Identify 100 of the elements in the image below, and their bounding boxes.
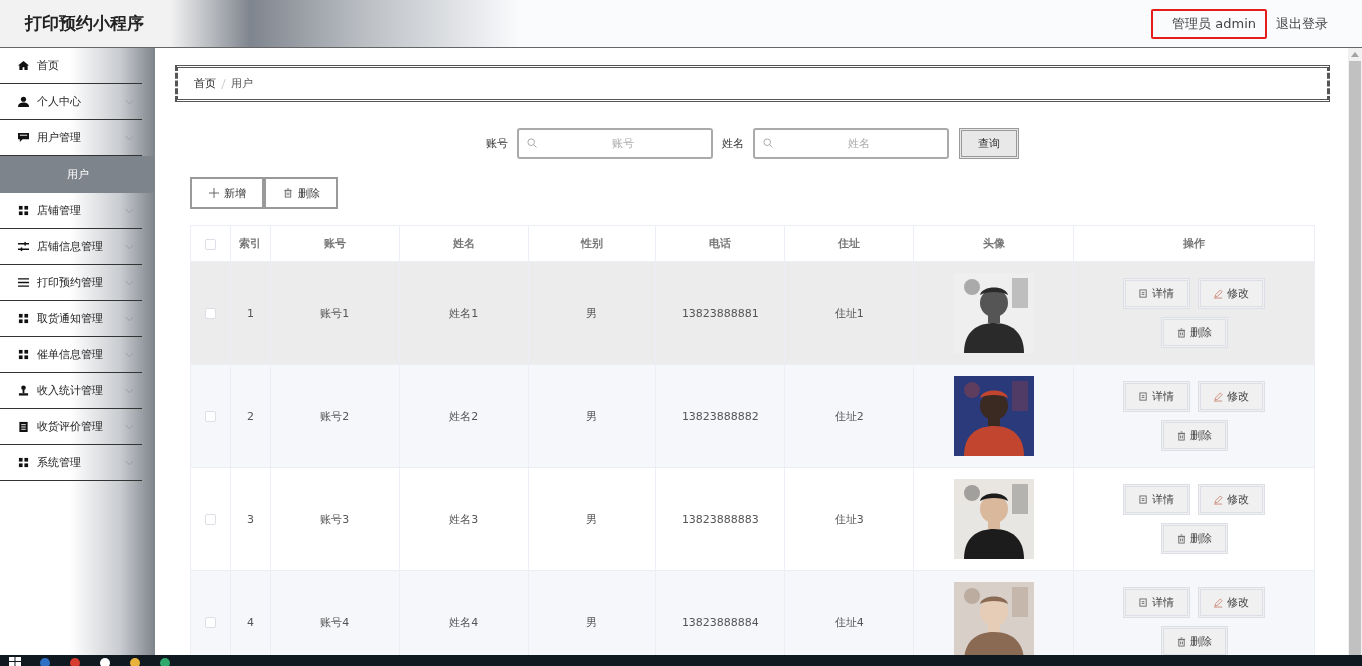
- document-icon: [1139, 391, 1148, 402]
- column-header: 操作: [1073, 225, 1315, 262]
- table-cell: 姓名4: [399, 570, 529, 655]
- submenu-item[interactable]: 用户: [0, 156, 155, 193]
- table-cell: 13823888883: [655, 467, 785, 571]
- sidebar-item[interactable]: 催单信息管理: [0, 337, 142, 373]
- sidebar-item[interactable]: 取货通知管理: [0, 301, 142, 337]
- home-icon: [18, 60, 29, 71]
- sidebar-item[interactable]: 店铺管理: [0, 193, 142, 229]
- search-field[interactable]: 账号: [517, 128, 713, 159]
- table-cell: 男: [528, 570, 656, 655]
- scroll-up-icon: [1351, 52, 1359, 57]
- table-cell: 1: [230, 261, 271, 365]
- details-button[interactable]: 详情: [1123, 587, 1190, 618]
- table-cell: 姓名3: [399, 467, 529, 571]
- clipboard-icon: [18, 421, 29, 432]
- row-checkbox[interactable]: [204, 514, 216, 525]
- field-label: 姓名: [722, 136, 744, 151]
- table-cell: 住址1: [784, 261, 914, 365]
- edit-button[interactable]: 修改: [1198, 587, 1265, 618]
- delete-button[interactable]: 删除: [1160, 420, 1228, 451]
- table-cell: 住址2: [784, 364, 914, 468]
- delete-button[interactable]: 删除: [1160, 626, 1228, 655]
- sidebar-item[interactable]: 收入统计管理: [0, 373, 142, 409]
- table-cell: 3: [230, 467, 271, 571]
- grid-icon: [18, 205, 29, 216]
- table-cell: 账号1: [270, 261, 400, 365]
- edit-button[interactable]: 修改: [1198, 381, 1265, 412]
- table-cell: 账号2: [270, 364, 400, 468]
- column-header: 电话: [655, 225, 785, 262]
- document-icon: [1139, 597, 1148, 608]
- trash-icon: [282, 188, 293, 198]
- trash-icon: [1176, 327, 1186, 338]
- table-cell: 住址3: [784, 467, 914, 571]
- table-cell: 13823888884: [655, 570, 785, 655]
- delete-button[interactable]: 删除: [264, 177, 338, 209]
- column-header: 索引: [230, 225, 271, 262]
- table-cell: 账号4: [270, 570, 400, 655]
- delete-button[interactable]: 删除: [1160, 317, 1228, 348]
- scrollbar[interactable]: [1348, 48, 1362, 655]
- table-cell: 男: [528, 467, 656, 571]
- table-cell: 4: [230, 570, 271, 655]
- sliders-icon: [18, 241, 29, 252]
- table-cell: 13823888881: [655, 261, 785, 365]
- breadcrumb-link[interactable]: 首页: [194, 76, 216, 91]
- grid-icon: [18, 349, 29, 360]
- windows-icon: [9, 657, 21, 666]
- grid-icon: [18, 313, 29, 324]
- row-checkbox[interactable]: [204, 617, 216, 628]
- search-button[interactable]: 查询: [959, 128, 1019, 159]
- taskbar-app-icon: [129, 657, 141, 666]
- table-cell: 姓名1: [399, 261, 529, 365]
- chat-icon: [18, 132, 29, 143]
- pencil-icon: [1214, 597, 1223, 608]
- add-button[interactable]: 新增: [190, 177, 264, 209]
- taskbar-app-icon: [159, 657, 171, 666]
- taskbar-app-icon: [69, 657, 81, 666]
- sidebar-item[interactable]: 打印预约管理: [0, 265, 142, 301]
- logout-link[interactable]: 退出登录: [1276, 14, 1328, 33]
- pencil-icon: [1214, 288, 1223, 299]
- sidebar-item[interactable]: 系统管理: [0, 445, 142, 481]
- table-cell: 住址4: [784, 570, 914, 655]
- pencil-icon: [1214, 391, 1223, 402]
- delete-button[interactable]: 删除: [1160, 523, 1228, 554]
- column-header: 住址: [784, 225, 914, 262]
- table-cell: 13823888882: [655, 364, 785, 468]
- list-icon: [18, 277, 29, 288]
- select-all-checkbox[interactable]: [204, 238, 216, 250]
- edit-button[interactable]: 修改: [1198, 484, 1265, 515]
- search-field[interactable]: 姓名: [753, 128, 949, 159]
- column-header: 头像: [913, 225, 1074, 262]
- edit-button[interactable]: 修改: [1198, 278, 1265, 309]
- row-checkbox[interactable]: [204, 411, 216, 422]
- table-cell: 姓名2: [399, 364, 529, 468]
- stamp-icon: [18, 385, 29, 396]
- taskbar-app-icon: [39, 657, 51, 666]
- plus-icon: [208, 188, 219, 198]
- column-header: 性别: [528, 225, 656, 262]
- sidebar-item[interactable]: 收货评价管理: [0, 409, 142, 445]
- sidebar-item[interactable]: 个人中心: [0, 84, 142, 120]
- grid-icon: [18, 457, 29, 468]
- row-checkbox[interactable]: [204, 308, 216, 319]
- app-title: 打印预约小程序: [25, 12, 145, 35]
- details-button[interactable]: 详情: [1123, 381, 1190, 412]
- person-icon: [18, 96, 29, 107]
- table-cell: 账号3: [270, 467, 400, 571]
- column-header: 账号: [270, 225, 400, 262]
- document-icon: [1139, 288, 1148, 299]
- details-button[interactable]: 详情: [1123, 484, 1190, 515]
- taskbar-app-icon: [99, 657, 111, 666]
- table-cell: 男: [528, 261, 656, 365]
- table-cell: 2: [230, 364, 271, 468]
- pencil-icon: [1214, 494, 1223, 505]
- trash-icon: [1176, 430, 1186, 441]
- search-icon: [763, 138, 773, 148]
- search-icon: [527, 138, 537, 148]
- column-header: 姓名: [399, 225, 529, 262]
- details-button[interactable]: 详情: [1123, 278, 1190, 309]
- sidebar-item[interactable]: 店铺信息管理: [0, 229, 142, 265]
- sidebar-item[interactable]: 首页: [0, 48, 142, 84]
